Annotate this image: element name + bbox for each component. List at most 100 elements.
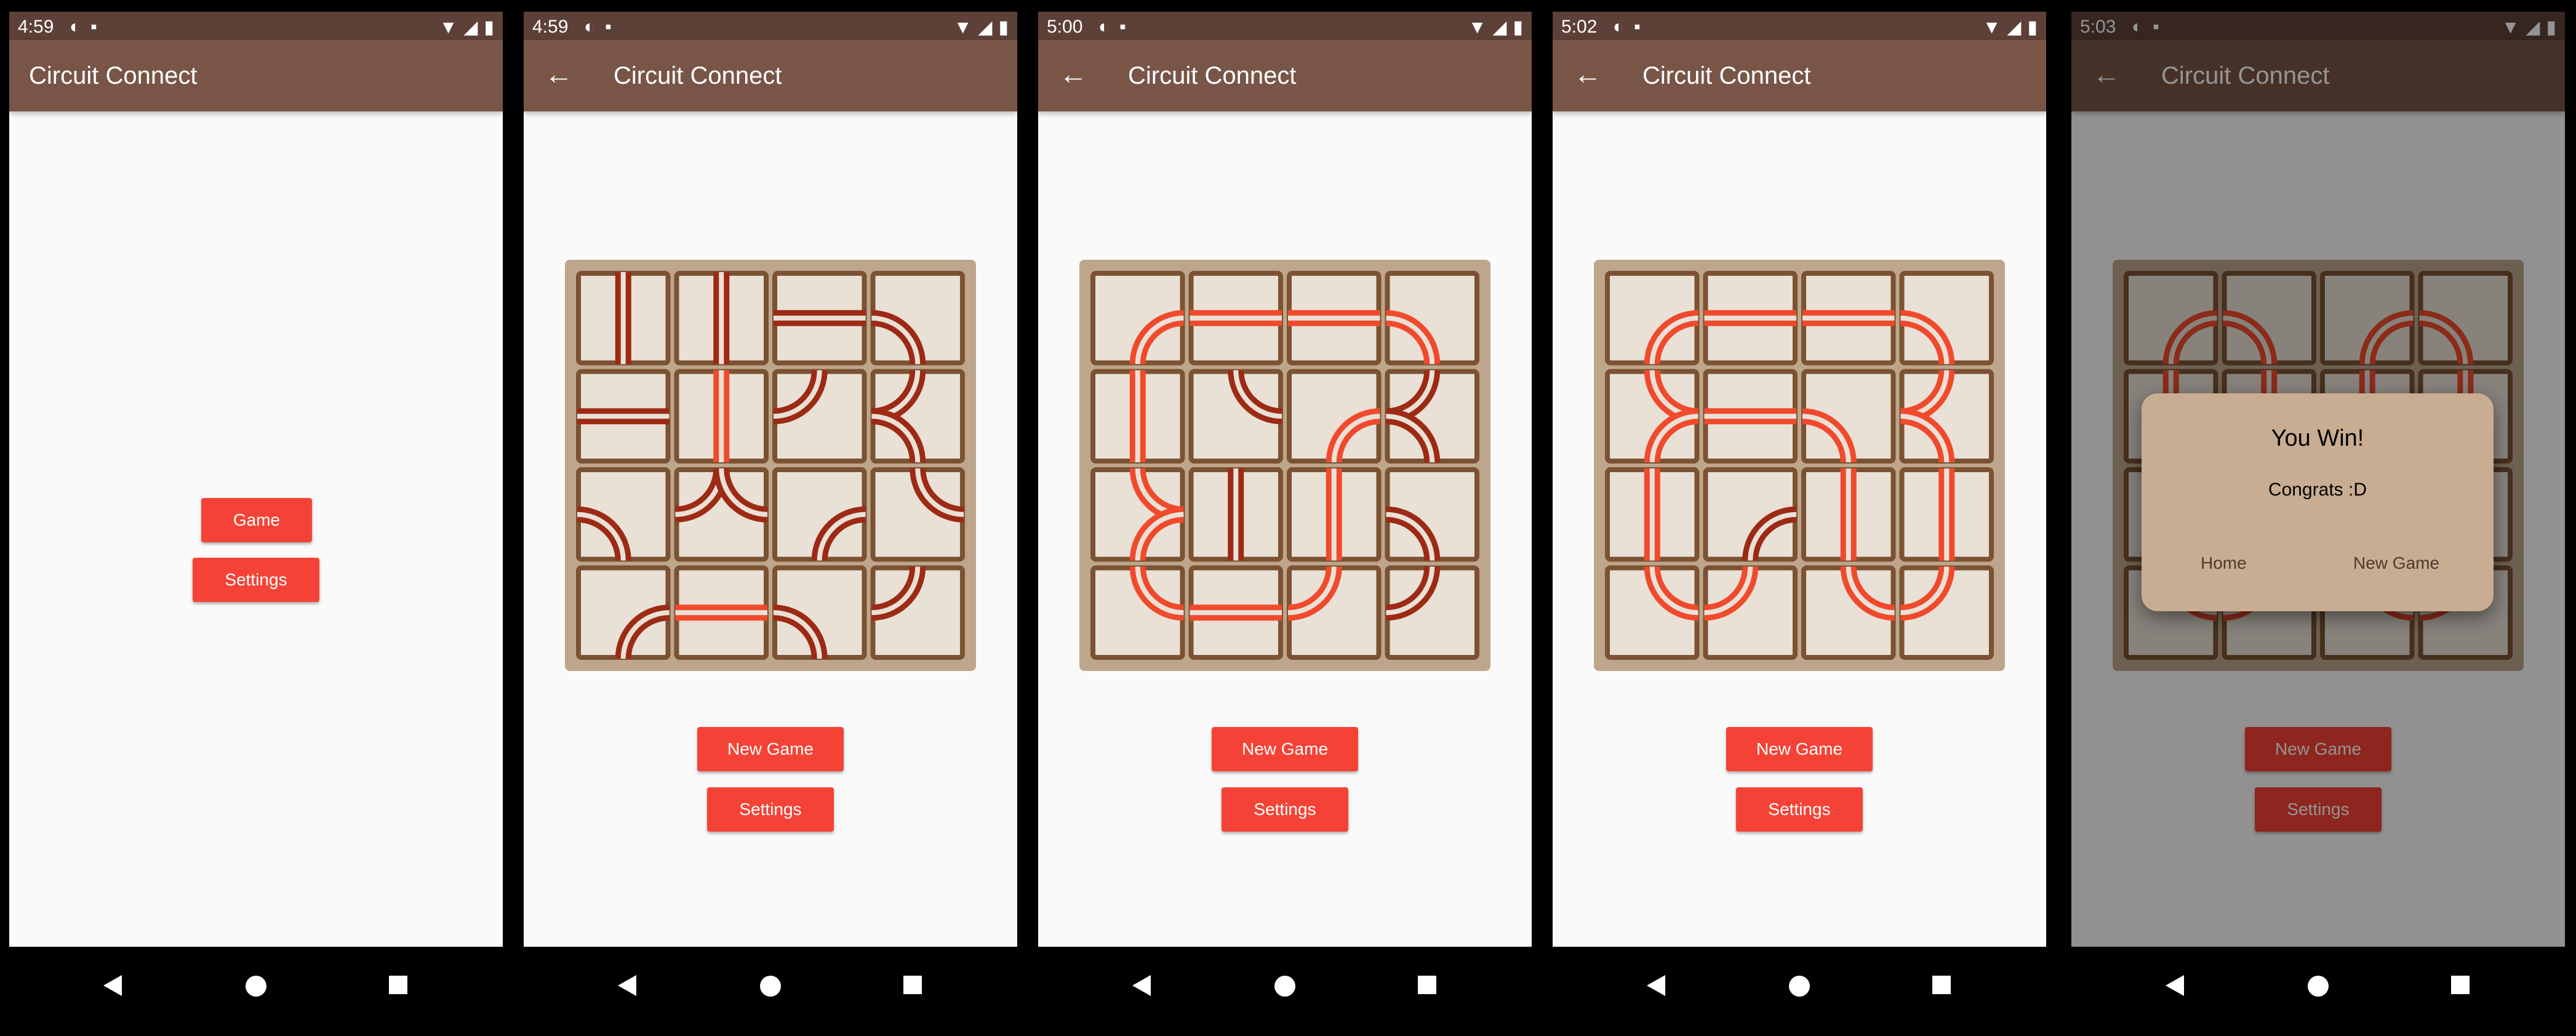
board-tile[interactable] (1899, 565, 1994, 660)
board-tile[interactable] (1090, 565, 1185, 660)
board-tile[interactable] (870, 369, 965, 464)
nav-recents-icon[interactable] (2450, 975, 2470, 995)
sd-card-icon: ▪ (1634, 17, 1641, 37)
notification-icon: ◐ (584, 17, 596, 37)
new-game-button[interactable]: New Game (697, 727, 844, 771)
signal-icon: ◢ (978, 17, 993, 38)
back-arrow-icon[interactable]: ← (1574, 60, 1602, 88)
board-tile[interactable] (772, 271, 867, 366)
nav-home-icon[interactable] (759, 975, 782, 997)
board-tile[interactable] (1287, 369, 1382, 464)
game-board (565, 260, 976, 671)
screen-home: 4:59 ◐ ▪ ▼ ◢ ▮ Circuit Connect Game Setting… (9, 12, 503, 1023)
board-tile[interactable] (576, 271, 671, 366)
settings-button[interactable]: Settings (1222, 787, 1348, 832)
board-tile[interactable] (772, 369, 867, 464)
board-tile[interactable] (772, 467, 867, 562)
settings-button[interactable]: Settings (193, 558, 319, 602)
dialog-home-button[interactable]: Home (2201, 553, 2247, 573)
settings-button[interactable]: Settings (707, 787, 834, 832)
app-bar: ← Circuit Connect (1038, 40, 1532, 111)
board-tile[interactable] (1899, 467, 1994, 562)
back-arrow-icon[interactable]: ← (1059, 60, 1087, 88)
board-tile[interactable] (1188, 271, 1283, 366)
game-content: New Game Settings (1553, 111, 2046, 947)
notification-icon: ◐ (70, 17, 81, 37)
board-tile[interactable] (674, 565, 769, 660)
settings-button[interactable]: Settings (1736, 787, 1863, 832)
nav-back-icon[interactable] (103, 975, 123, 996)
board-tile[interactable] (1385, 467, 1479, 562)
dialog-new-game-button[interactable]: New Game (2353, 553, 2439, 573)
board-tile[interactable] (1703, 565, 1798, 660)
board-tile[interactable] (1899, 369, 1994, 464)
board-tile[interactable] (1605, 271, 1700, 366)
board-tile[interactable] (1605, 369, 1700, 464)
board-tile[interactable] (1188, 565, 1283, 660)
board-tile[interactable] (1703, 271, 1798, 366)
nav-recents-icon[interactable] (388, 975, 408, 995)
board-tile[interactable] (674, 467, 769, 562)
nav-back-icon[interactable] (1647, 975, 1666, 996)
status-bar: 5:00 ◐ ▪ ▼ ◢ ▮ (1038, 12, 1532, 40)
board-tile[interactable] (1188, 467, 1283, 562)
wifi-icon: ▼ (1468, 17, 1487, 38)
board-tile[interactable] (1385, 369, 1479, 464)
board-tile[interactable] (1385, 565, 1479, 660)
screen-game-2: 5:00 ◐ ▪ ▼ ◢ ▮ ← Circuit Connect New Game S… (1038, 12, 1532, 1023)
board-tile[interactable] (870, 467, 965, 562)
nav-back-icon[interactable] (2166, 975, 2185, 996)
status-time: 5:02 (1561, 17, 1598, 37)
board-tile[interactable] (576, 565, 671, 660)
nav-bar (2071, 947, 2565, 1023)
board-tile[interactable] (1605, 467, 1700, 562)
status-time: 5:00 (1047, 17, 1083, 37)
nav-home-icon[interactable] (245, 975, 267, 997)
new-game-button[interactable]: New Game (1212, 727, 1358, 771)
nav-recents-icon[interactable] (903, 975, 922, 995)
board-tile[interactable] (772, 565, 867, 660)
board-tile[interactable] (1703, 369, 1798, 464)
board-tile[interactable] (1287, 467, 1382, 562)
app-bar: ← Circuit Connect (1553, 40, 2046, 111)
app-title: Circuit Connect (1642, 62, 1811, 89)
board-tile[interactable] (1090, 467, 1185, 562)
board-tile[interactable] (1801, 271, 1896, 366)
nav-home-icon[interactable] (2307, 975, 2329, 997)
board-tile[interactable] (1287, 271, 1382, 366)
board-tile[interactable] (576, 369, 671, 464)
board-tile[interactable] (1899, 271, 1994, 366)
board-tile[interactable] (1188, 369, 1283, 464)
board-tile[interactable] (870, 565, 965, 660)
screen-win: 5:03 ◐ ▪ ▼ ◢ ▮ ← Circuit Connect New Game S… (2071, 12, 2565, 1023)
board-tile[interactable] (1801, 565, 1896, 660)
nav-home-icon[interactable] (1788, 975, 1810, 997)
app-title: Circuit Connect (614, 62, 782, 89)
back-arrow-icon[interactable]: ← (545, 60, 573, 88)
board-tile[interactable] (1090, 271, 1185, 366)
nav-recents-icon[interactable] (1417, 975, 1437, 995)
nav-back-icon[interactable] (1132, 975, 1152, 996)
board-tile[interactable] (674, 271, 769, 366)
nav-back-icon[interactable] (618, 975, 638, 996)
signal-icon: ◢ (1492, 17, 1507, 38)
board-tile[interactable] (1605, 565, 1700, 660)
board-tile[interactable] (1287, 565, 1382, 660)
board-tile[interactable] (1385, 271, 1479, 366)
app-bar: ← Circuit Connect (524, 40, 1017, 111)
board-tile[interactable] (674, 369, 769, 464)
board-tile[interactable] (1090, 369, 1185, 464)
board-tile[interactable] (576, 467, 671, 562)
wifi-icon: ▼ (1982, 17, 2001, 38)
board-tile[interactable] (870, 271, 965, 366)
sd-card-icon: ▪ (1119, 17, 1126, 37)
nav-bar (1553, 947, 2046, 1023)
app-bar: Circuit Connect (9, 40, 503, 111)
board-tile[interactable] (1703, 467, 1798, 562)
board-tile[interactable] (1801, 467, 1896, 562)
new-game-button[interactable]: New Game (1726, 727, 1873, 771)
board-tile[interactable] (1801, 369, 1896, 464)
nav-home-icon[interactable] (1274, 975, 1296, 997)
nav-recents-icon[interactable] (1932, 975, 1951, 995)
game-button[interactable]: Game (201, 498, 312, 542)
